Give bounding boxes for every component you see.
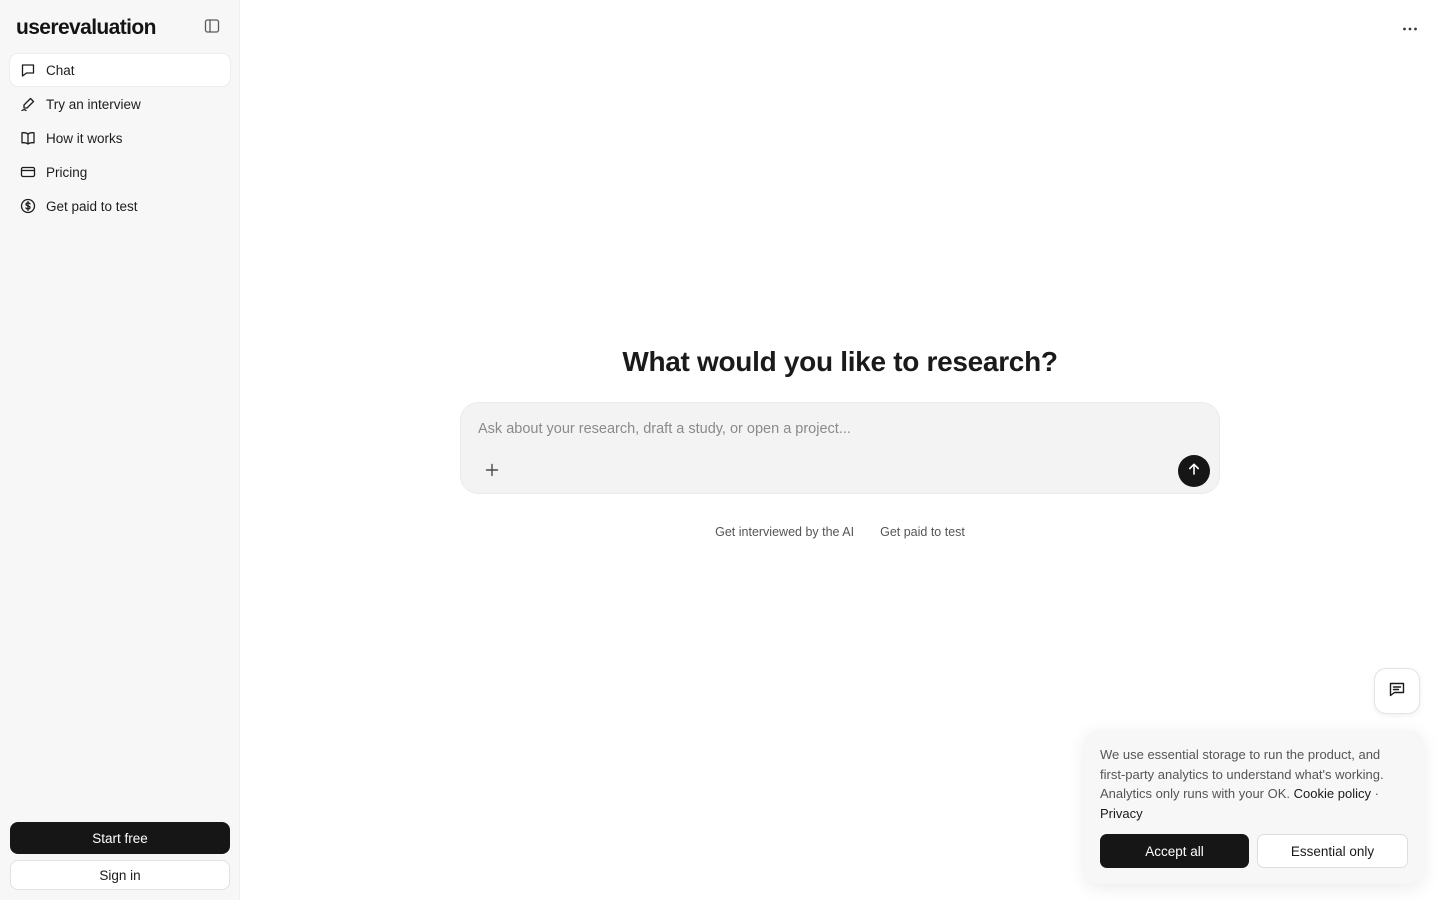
pen-icon (20, 96, 36, 112)
book-icon (20, 130, 36, 146)
chat-bubble-icon (20, 62, 36, 78)
sidebar-item-how-it-works[interactable]: How it works (10, 122, 230, 154)
send-button[interactable] (1178, 455, 1210, 487)
sidebar-toggle-icon (204, 18, 220, 39)
sign-in-button[interactable]: Sign in (10, 860, 230, 890)
credit-card-icon (20, 164, 36, 180)
dollar-circle-icon (20, 198, 36, 214)
plus-icon (485, 463, 499, 482)
sidebar-item-label: How it works (46, 130, 123, 146)
sidebar-item-label: Try an interview (46, 96, 141, 112)
ellipsis-icon (1402, 18, 1418, 36)
link-separator: · (1374, 786, 1379, 801)
attach-button[interactable] (481, 461, 503, 483)
sidebar-item-chat[interactable]: Chat (10, 54, 230, 86)
get-paid-link[interactable]: Get paid to test (880, 525, 965, 539)
cookie-banner: We use essential storage to run the prod… (1084, 730, 1424, 884)
page-title: What would you like to research? (622, 346, 1058, 377)
more-options-button[interactable] (1398, 16, 1422, 38)
chat-widget-button[interactable] (1374, 668, 1420, 714)
sidebar-item-label: Chat (46, 62, 75, 78)
cookie-policy-link[interactable]: Cookie policy (1294, 786, 1371, 801)
composer (460, 402, 1220, 494)
get-interviewed-link[interactable]: Get interviewed by the AI (715, 525, 854, 539)
message-icon (1388, 680, 1406, 703)
cookie-message: We use essential storage to run the prod… (1100, 745, 1408, 823)
sidebar-item-label: Get paid to test (46, 198, 138, 214)
research-prompt-input[interactable] (478, 417, 1178, 441)
sidebar-item-pricing[interactable]: Pricing (10, 156, 230, 188)
sidebar-toggle-button[interactable] (200, 16, 224, 40)
accept-all-button[interactable]: Accept all (1100, 834, 1249, 868)
sidebar-item-label: Pricing (46, 164, 88, 180)
arrow-up-icon (1187, 462, 1201, 481)
privacy-link[interactable]: Privacy (1100, 806, 1143, 821)
cookie-actions: Accept all Essential only (1100, 834, 1408, 868)
app-logo[interactable]: userevaluation (16, 16, 156, 40)
sidebar-item-get-paid[interactable]: Get paid to test (10, 190, 230, 222)
quick-links: Get interviewed by the AI Get paid to te… (460, 525, 1220, 539)
essential-only-button[interactable]: Essential only (1257, 834, 1408, 868)
sidebar-item-try-interview[interactable]: Try an interview (10, 88, 230, 120)
sidebar: userevaluation Chat Try an interview How… (0, 0, 240, 900)
start-free-button[interactable]: Start free (10, 822, 230, 854)
sidebar-nav: Chat Try an interview How it works Prici… (10, 54, 230, 224)
